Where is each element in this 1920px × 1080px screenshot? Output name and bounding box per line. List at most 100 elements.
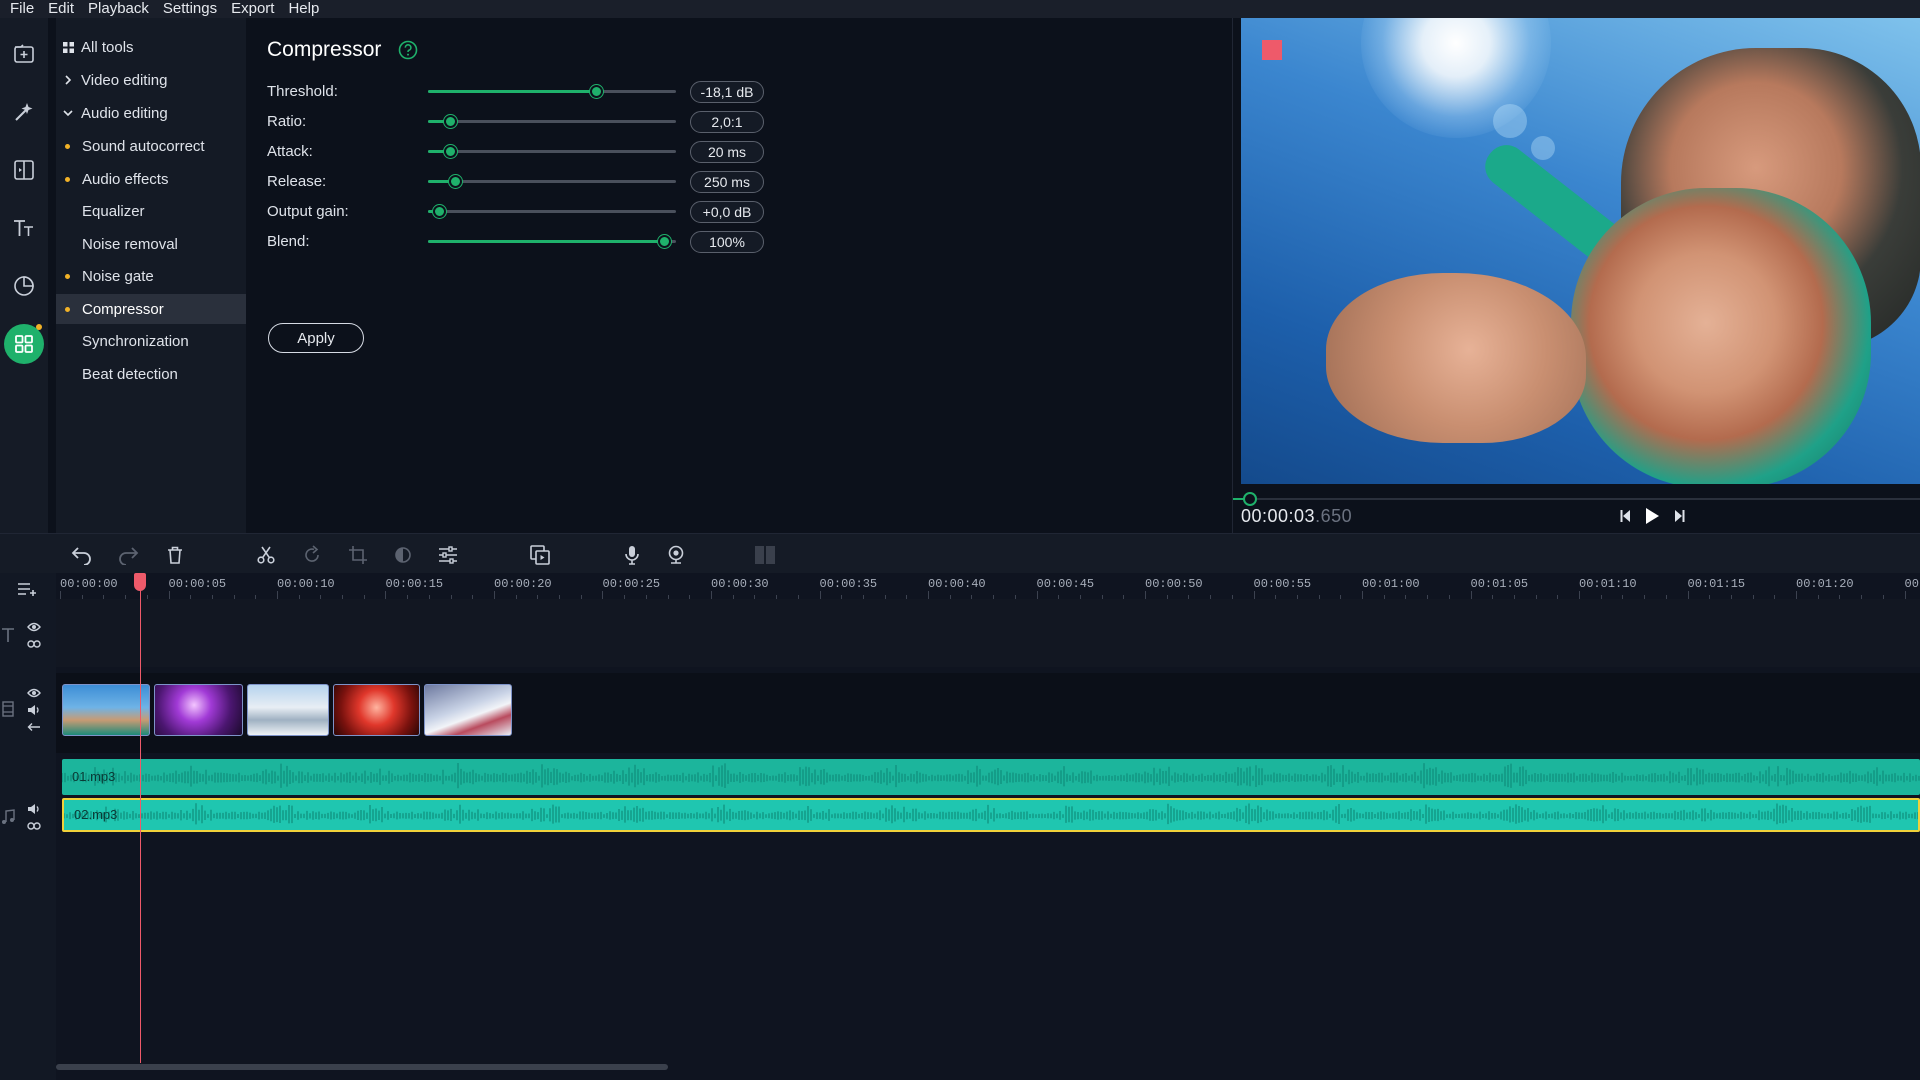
video-link-button[interactable] (26, 719, 42, 735)
video-track-icon (0, 701, 16, 717)
video-mute-button[interactable] (26, 702, 42, 718)
video-clip[interactable] (333, 684, 420, 736)
video-clip[interactable] (424, 684, 512, 736)
music-track-icon (0, 809, 16, 825)
tool-compressor[interactable]: Compressor (56, 294, 246, 324)
param-slider[interactable] (428, 85, 676, 99)
param-value-field[interactable]: 250 ms (690, 171, 764, 193)
microphone-icon (625, 546, 639, 565)
transitions-button[interactable] (4, 150, 44, 190)
speaker-icon (28, 804, 39, 814)
param-value-field[interactable]: 2,0:1 (690, 111, 764, 133)
tool-beat-detection[interactable]: Beat detection (56, 359, 246, 389)
overlay-button[interactable] (528, 543, 552, 567)
tool-noise-removal[interactable]: Noise removal (56, 229, 246, 259)
play-button[interactable] (1641, 504, 1663, 528)
more-tools-button[interactable] (4, 324, 44, 364)
time-ruler[interactable]: 00:00:00 00:00:05 00:00:10 00:00:15 00:00:20… (56, 573, 1920, 599)
menu-file[interactable]: File (6, 0, 44, 18)
audio-link-button[interactable] (26, 818, 42, 834)
video-clip[interactable] (247, 684, 329, 736)
slider-thumb[interactable] (658, 235, 671, 248)
delete-button[interactable] (163, 543, 187, 567)
split-button[interactable] (254, 543, 278, 567)
undo-button[interactable] (70, 543, 94, 567)
video-track[interactable] (56, 673, 1920, 753)
previous-frame-button[interactable] (1615, 504, 1637, 528)
redo-button[interactable] (116, 543, 140, 567)
scrubber-handle[interactable] (1243, 492, 1257, 506)
tool-video-editing[interactable]: Video editing (56, 65, 246, 95)
slider-thumb[interactable] (444, 145, 457, 158)
menu-edit[interactable]: Edit (44, 0, 84, 18)
playhead-handle[interactable] (134, 573, 146, 591)
param-slider[interactable] (428, 235, 676, 249)
webcam-record-button[interactable] (664, 543, 688, 567)
record-voice-button[interactable] (620, 543, 644, 567)
add-track-button[interactable] (16, 581, 40, 597)
tool-all-tools[interactable]: All tools (56, 32, 246, 62)
audio-clip-02[interactable]: 02.mp3 (62, 798, 1920, 832)
next-frame-button[interactable] (1668, 504, 1690, 528)
ruler-tick (1796, 591, 1797, 599)
param-value-field[interactable]: 20 ms (690, 141, 764, 163)
clip-properties-button[interactable] (436, 543, 460, 567)
tool-label: Compressor (82, 300, 164, 318)
ruler-tick-label: 00:00:20 (494, 577, 552, 591)
scrubber-track (1233, 498, 1920, 500)
param-value-field[interactable]: 100% (690, 231, 764, 253)
magic-wand-icon (15, 103, 33, 121)
eye-icon (27, 688, 41, 698)
track-visibility-button[interactable] (26, 619, 42, 635)
slider-thumb[interactable] (449, 175, 462, 188)
titles-button[interactable] (4, 208, 44, 248)
apply-button[interactable]: Apply (268, 323, 364, 353)
param-label: Threshold: (267, 83, 338, 100)
tool-noise-gate[interactable]: Noise gate (56, 261, 246, 291)
timeline-scrollbar[interactable] (56, 1064, 668, 1070)
crop-button[interactable] (346, 543, 370, 567)
tool-audio-effects[interactable]: Audio effects (56, 164, 246, 194)
slider-thumb[interactable] (433, 205, 446, 218)
preview-scrubber[interactable] (1233, 492, 1920, 506)
track-link-button[interactable] (26, 636, 42, 652)
filters-button[interactable] (4, 92, 44, 132)
stickers-button[interactable] (4, 266, 44, 306)
tool-sound-autocorrect[interactable]: Sound autocorrect (56, 131, 246, 161)
link-icon (27, 822, 41, 830)
webcam-icon (668, 545, 684, 564)
param-slider[interactable] (428, 205, 676, 219)
menu-playback[interactable]: Playback (84, 0, 159, 18)
video-clip[interactable] (62, 684, 150, 736)
tool-audio-editing[interactable]: Audio editing (56, 98, 246, 128)
tool-equalizer[interactable]: Equalizer (56, 196, 246, 226)
audio-clip-01[interactable]: 01.mp3 (62, 759, 1920, 795)
stickers-icon (14, 276, 34, 296)
timeline[interactable]: 00:00:00 00:00:05 00:00:10 00:00:15 00:00:20… (0, 573, 1920, 1080)
param-value-field[interactable]: -18,1 dB (690, 81, 764, 103)
slider-thumb[interactable] (590, 85, 603, 98)
help-icon[interactable] (398, 40, 418, 60)
titles-icon (14, 220, 33, 236)
rotate-button[interactable] (300, 543, 324, 567)
param-slider[interactable] (428, 145, 676, 159)
ruler-tick-label: 00:00:40 (928, 577, 986, 591)
split-screen-button[interactable] (753, 543, 777, 567)
color-adjust-button[interactable] (391, 543, 415, 567)
title-track[interactable] (56, 599, 1920, 667)
video-visibility-button[interactable] (26, 685, 42, 701)
audio-mute-button[interactable] (26, 801, 42, 817)
slider-fill (428, 240, 664, 243)
slider-thumb[interactable] (444, 115, 457, 128)
tool-synchronization[interactable]: Synchronization (56, 326, 246, 356)
video-clip[interactable] (154, 684, 243, 736)
param-value-field[interactable]: +0,0 dB (690, 201, 764, 223)
param-slider[interactable] (428, 175, 676, 189)
menu-export[interactable]: Export (227, 0, 284, 18)
preview-flare (1531, 136, 1555, 160)
menu-settings[interactable]: Settings (159, 0, 227, 18)
menu-help[interactable]: Help (284, 0, 329, 18)
video-preview[interactable] (1241, 18, 1920, 484)
import-button[interactable] (4, 34, 44, 74)
param-slider[interactable] (428, 115, 676, 129)
